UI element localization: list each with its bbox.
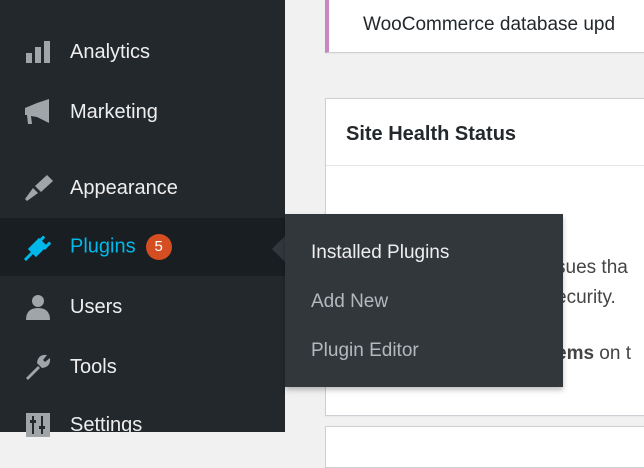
submenu-add-new[interactable]: Add New: [311, 291, 388, 313]
admin-sidebar: Analytics Marketing Appearance Plugins 5 …: [0, 0, 285, 437]
sidebar-item-label: Appearance: [70, 176, 178, 199]
sidebar-item-label: Analytics: [70, 40, 151, 63]
plugins-submenu: Installed Plugins Add New Plugin Editor: [285, 214, 563, 387]
sidebar-item-users[interactable]: Users: [0, 278, 285, 336]
sidebar-item-appearance[interactable]: Appearance: [0, 159, 285, 217]
notice-text: WooCommerce database upd: [363, 14, 616, 35]
sliders-icon: [22, 409, 54, 441]
paintbrush-icon: [22, 172, 54, 204]
wrench-icon: [22, 351, 54, 383]
submenu-plugin-editor[interactable]: Plugin Editor: [311, 340, 419, 362]
sidebar-item-marketing[interactable]: Marketing: [0, 83, 285, 141]
dashboard-widget: [325, 426, 644, 468]
woocommerce-notice: WooCommerce database upd: [325, 0, 644, 53]
update-count-badge: 5: [145, 234, 172, 260]
flyout-arrow: [272, 236, 285, 262]
user-icon: [22, 291, 54, 323]
bar-chart-icon: [22, 36, 54, 68]
sidebar-item-label: Tools: [70, 355, 117, 378]
sidebar-item-label: Settings: [70, 413, 143, 436]
megaphone-icon: [22, 96, 54, 128]
health-text-line: sues tha: [556, 257, 628, 278]
health-text-line: ems on t: [556, 343, 632, 364]
widget-title: Site Health Status: [346, 123, 517, 145]
sidebar-item-label: Plugins: [70, 235, 136, 258]
sidebar-item-settings[interactable]: Settings: [0, 396, 285, 454]
sidebar-item-label: Marketing: [70, 100, 158, 123]
sidebar-item-analytics[interactable]: Analytics: [0, 23, 285, 81]
plug-icon: [22, 231, 54, 263]
health-text-line: ecurity.: [556, 287, 616, 308]
sidebar-item-plugins[interactable]: Plugins 5: [0, 218, 285, 276]
submenu-installed-plugins[interactable]: Installed Plugins: [311, 242, 449, 264]
sidebar-item-label: Users: [70, 295, 123, 318]
sidebar-item-tools[interactable]: Tools: [0, 338, 285, 396]
divider: [326, 165, 644, 166]
